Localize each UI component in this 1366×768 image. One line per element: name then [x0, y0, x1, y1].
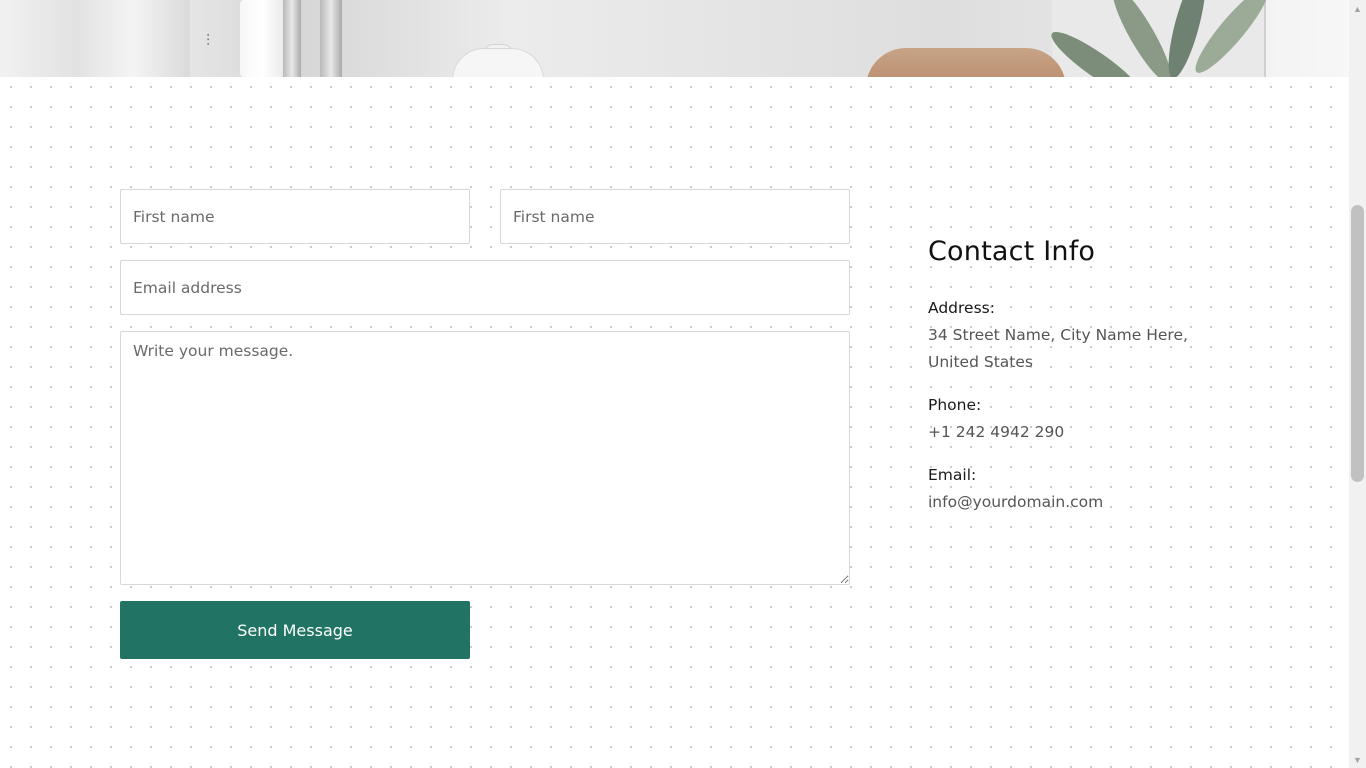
email-input[interactable]	[120, 260, 850, 315]
contact-info: Contact Info Address: 34 Street Name, Ci…	[928, 236, 1228, 532]
send-message-button[interactable]: Send Message	[120, 601, 470, 659]
contact-info-title: Contact Info	[928, 236, 1096, 267]
hero-glass-post	[320, 0, 342, 77]
address-line-2: United States	[928, 353, 1033, 371]
message-textarea[interactable]	[120, 331, 850, 585]
vertical-scrollbar[interactable]: ▲ ▼	[1349, 0, 1366, 768]
phone-block: Phone: +1 242 4942 290	[928, 392, 1228, 446]
hero-teapot	[452, 48, 544, 77]
hero-glass-post	[283, 0, 301, 77]
address-label: Address:	[928, 299, 995, 317]
triangle-down-icon[interactable]: ▼	[1349, 751, 1366, 768]
address-line-1: 34 Street Name, City Name Here,	[928, 326, 1188, 344]
hero-photo: ⫶	[0, 0, 1349, 77]
hero-bottle	[240, 0, 286, 77]
email-block: Email: info@yourdomain.com	[928, 462, 1228, 516]
contact-page: ⫶ Send Message Contact Info Address: 34 …	[0, 0, 1349, 768]
phone-value: +1 242 4942 290	[928, 423, 1065, 441]
scrollbar-thumb[interactable]	[1351, 205, 1364, 482]
triangle-up-icon[interactable]: ▲	[1349, 0, 1366, 17]
hero-curtain	[0, 0, 190, 77]
second-name-input[interactable]	[500, 189, 850, 244]
hero-basket	[866, 48, 1066, 77]
fork-icon: ⫶	[206, 33, 211, 50]
email-label: Email:	[928, 466, 977, 484]
email-value: info@yourdomain.com	[928, 493, 1104, 511]
address-block: Address: 34 Street Name, City Name Here,…	[928, 295, 1228, 376]
phone-label: Phone:	[928, 396, 982, 414]
first-name-input[interactable]	[120, 189, 470, 244]
